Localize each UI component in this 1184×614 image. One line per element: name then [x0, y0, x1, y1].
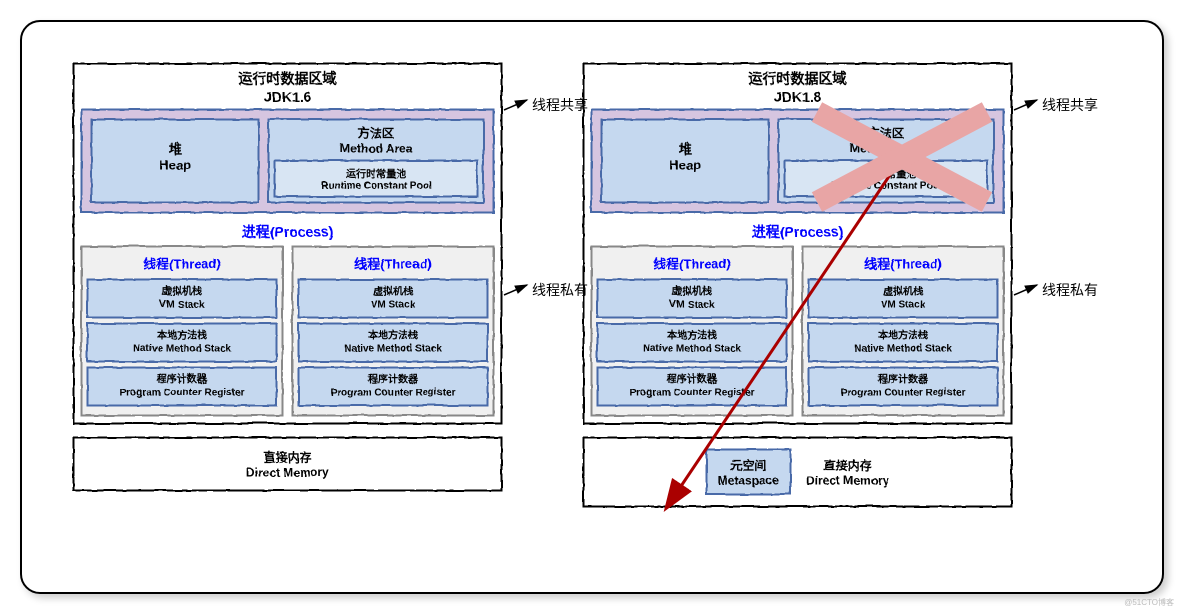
process-label: 进程(Process) [74, 217, 500, 245]
thread-private-text: 线程私有 [1042, 280, 1098, 300]
vm-stack-box: 虚拟机栈VM Stack [86, 278, 277, 318]
title-line2: JDK1.6 [78, 88, 496, 104]
runtime-title: 运行时数据区域 JDK1.8 [584, 64, 1010, 108]
pc-register-box: 程序计数器Program Counter Register [297, 366, 488, 406]
threads-container: 线程(Thread) 虚拟机栈VM Stack 本地方法栈Native Meth… [584, 245, 1010, 422]
method-area-box: 方法区 Method Area 运行时常量池 Runtime Constant … [267, 118, 484, 203]
process-label: 进程(Process) [584, 217, 1010, 245]
diagram-container: 运行时数据区域 JDK1.6 堆 Heap 方法区 Method Area 运行… [20, 20, 1164, 594]
vm-stack-box: 虚拟机栈VM Stack [807, 278, 998, 318]
private-label-left: 线程私有 [502, 280, 588, 300]
method-area-en: Method Area [273, 141, 478, 155]
direct-memory-box: 直接内存Direct Memory [72, 436, 502, 491]
thread-box-2: 线程(Thread) 虚拟机栈VM Stack 本地方法栈Native Meth… [291, 245, 494, 416]
vm-stack-box: 虚拟机栈VM Stack [596, 278, 787, 318]
heap-cn: 堆 [96, 138, 253, 157]
thread-shared-text: 线程共享 [532, 95, 588, 115]
constant-pool-cn: 运行时常量池 [279, 165, 472, 180]
native-stack-box: 本地方法栈Native Method Stack [297, 322, 488, 362]
native-stack-box: 本地方法栈Native Method Stack [807, 322, 998, 362]
runtime-data-area: 运行时数据区域 JDK1.8 堆 Heap 方法区 Method Area 运行… [582, 62, 1012, 424]
shared-label-left: 线程共享 [502, 95, 588, 115]
thread-private-text: 线程私有 [532, 280, 588, 300]
method-area-box: 方法区 Method Area 运行时常量池 Runtime Constant … [777, 118, 994, 203]
title-line1: 运行时数据区域 [588, 68, 1006, 88]
thread-shared-text: 线程共享 [1042, 95, 1098, 115]
heap-en: Heap [96, 157, 253, 172]
heap-cn: 堆 [606, 138, 763, 157]
constant-pool-cn: 运行时常量池 [789, 165, 982, 180]
native-stack-box: 本地方法栈Native Method Stack [596, 322, 787, 362]
direct-memory-box: 元空间Metaspace 直接内存Direct Memory [582, 436, 1012, 507]
private-label-right: 线程私有 [1012, 280, 1098, 300]
method-area-en: Method Area [783, 141, 988, 155]
shared-area: 堆 Heap 方法区 Method Area 运行时常量池 Runtime Co… [590, 108, 1004, 213]
method-area-cn: 方法区 [273, 124, 478, 141]
shared-area: 堆 Heap 方法区 Method Area 运行时常量池 Runtime Co… [80, 108, 494, 213]
thread-header: 线程(Thread) [86, 251, 277, 274]
thread-box-1: 线程(Thread) 虚拟机栈VM Stack 本地方法栈Native Meth… [80, 245, 283, 416]
heap-box: 堆 Heap [600, 118, 769, 203]
constant-pool-box: 运行时常量池 Runtime Constant Pool [783, 159, 988, 197]
heap-en: Heap [606, 157, 763, 172]
thread-header: 线程(Thread) [596, 251, 787, 274]
pc-register-box: 程序计数器Program Counter Register [86, 366, 277, 406]
threads-container: 线程(Thread) 虚拟机栈VM Stack 本地方法栈Native Meth… [74, 245, 500, 422]
title-line2: JDK1.8 [588, 88, 1006, 104]
pc-register-box: 程序计数器Program Counter Register [807, 366, 998, 406]
jdk16-diagram: 运行时数据区域 JDK1.6 堆 Heap 方法区 Method Area 运行… [72, 62, 502, 491]
runtime-title: 运行时数据区域 JDK1.6 [74, 64, 500, 108]
thread-box-1: 线程(Thread) 虚拟机栈VM Stack 本地方法栈Native Meth… [590, 245, 793, 416]
constant-pool-en: Runtime Constant Pool [279, 180, 472, 191]
thread-header: 线程(Thread) [297, 251, 488, 274]
jdk18-diagram: 运行时数据区域 JDK1.8 堆 Heap 方法区 Method Area 运行… [582, 62, 1012, 507]
title-line1: 运行时数据区域 [78, 68, 496, 88]
thread-header: 线程(Thread) [807, 251, 998, 274]
constant-pool-en: Runtime Constant Pool [789, 180, 982, 191]
thread-box-2: 线程(Thread) 虚拟机栈VM Stack 本地方法栈Native Meth… [801, 245, 1004, 416]
native-stack-box: 本地方法栈Native Method Stack [86, 322, 277, 362]
vm-stack-box: 虚拟机栈VM Stack [297, 278, 488, 318]
metaspace-box: 元空间Metaspace [705, 448, 790, 495]
method-area-cn: 方法区 [783, 124, 988, 141]
constant-pool-box: 运行时常量池 Runtime Constant Pool [273, 159, 478, 197]
shared-label-right: 线程共享 [1012, 95, 1098, 115]
pc-register-box: 程序计数器Program Counter Register [596, 366, 787, 406]
runtime-data-area: 运行时数据区域 JDK1.6 堆 Heap 方法区 Method Area 运行… [72, 62, 502, 424]
heap-box: 堆 Heap [90, 118, 259, 203]
watermark-text: @51CTO博客 [1124, 597, 1174, 608]
